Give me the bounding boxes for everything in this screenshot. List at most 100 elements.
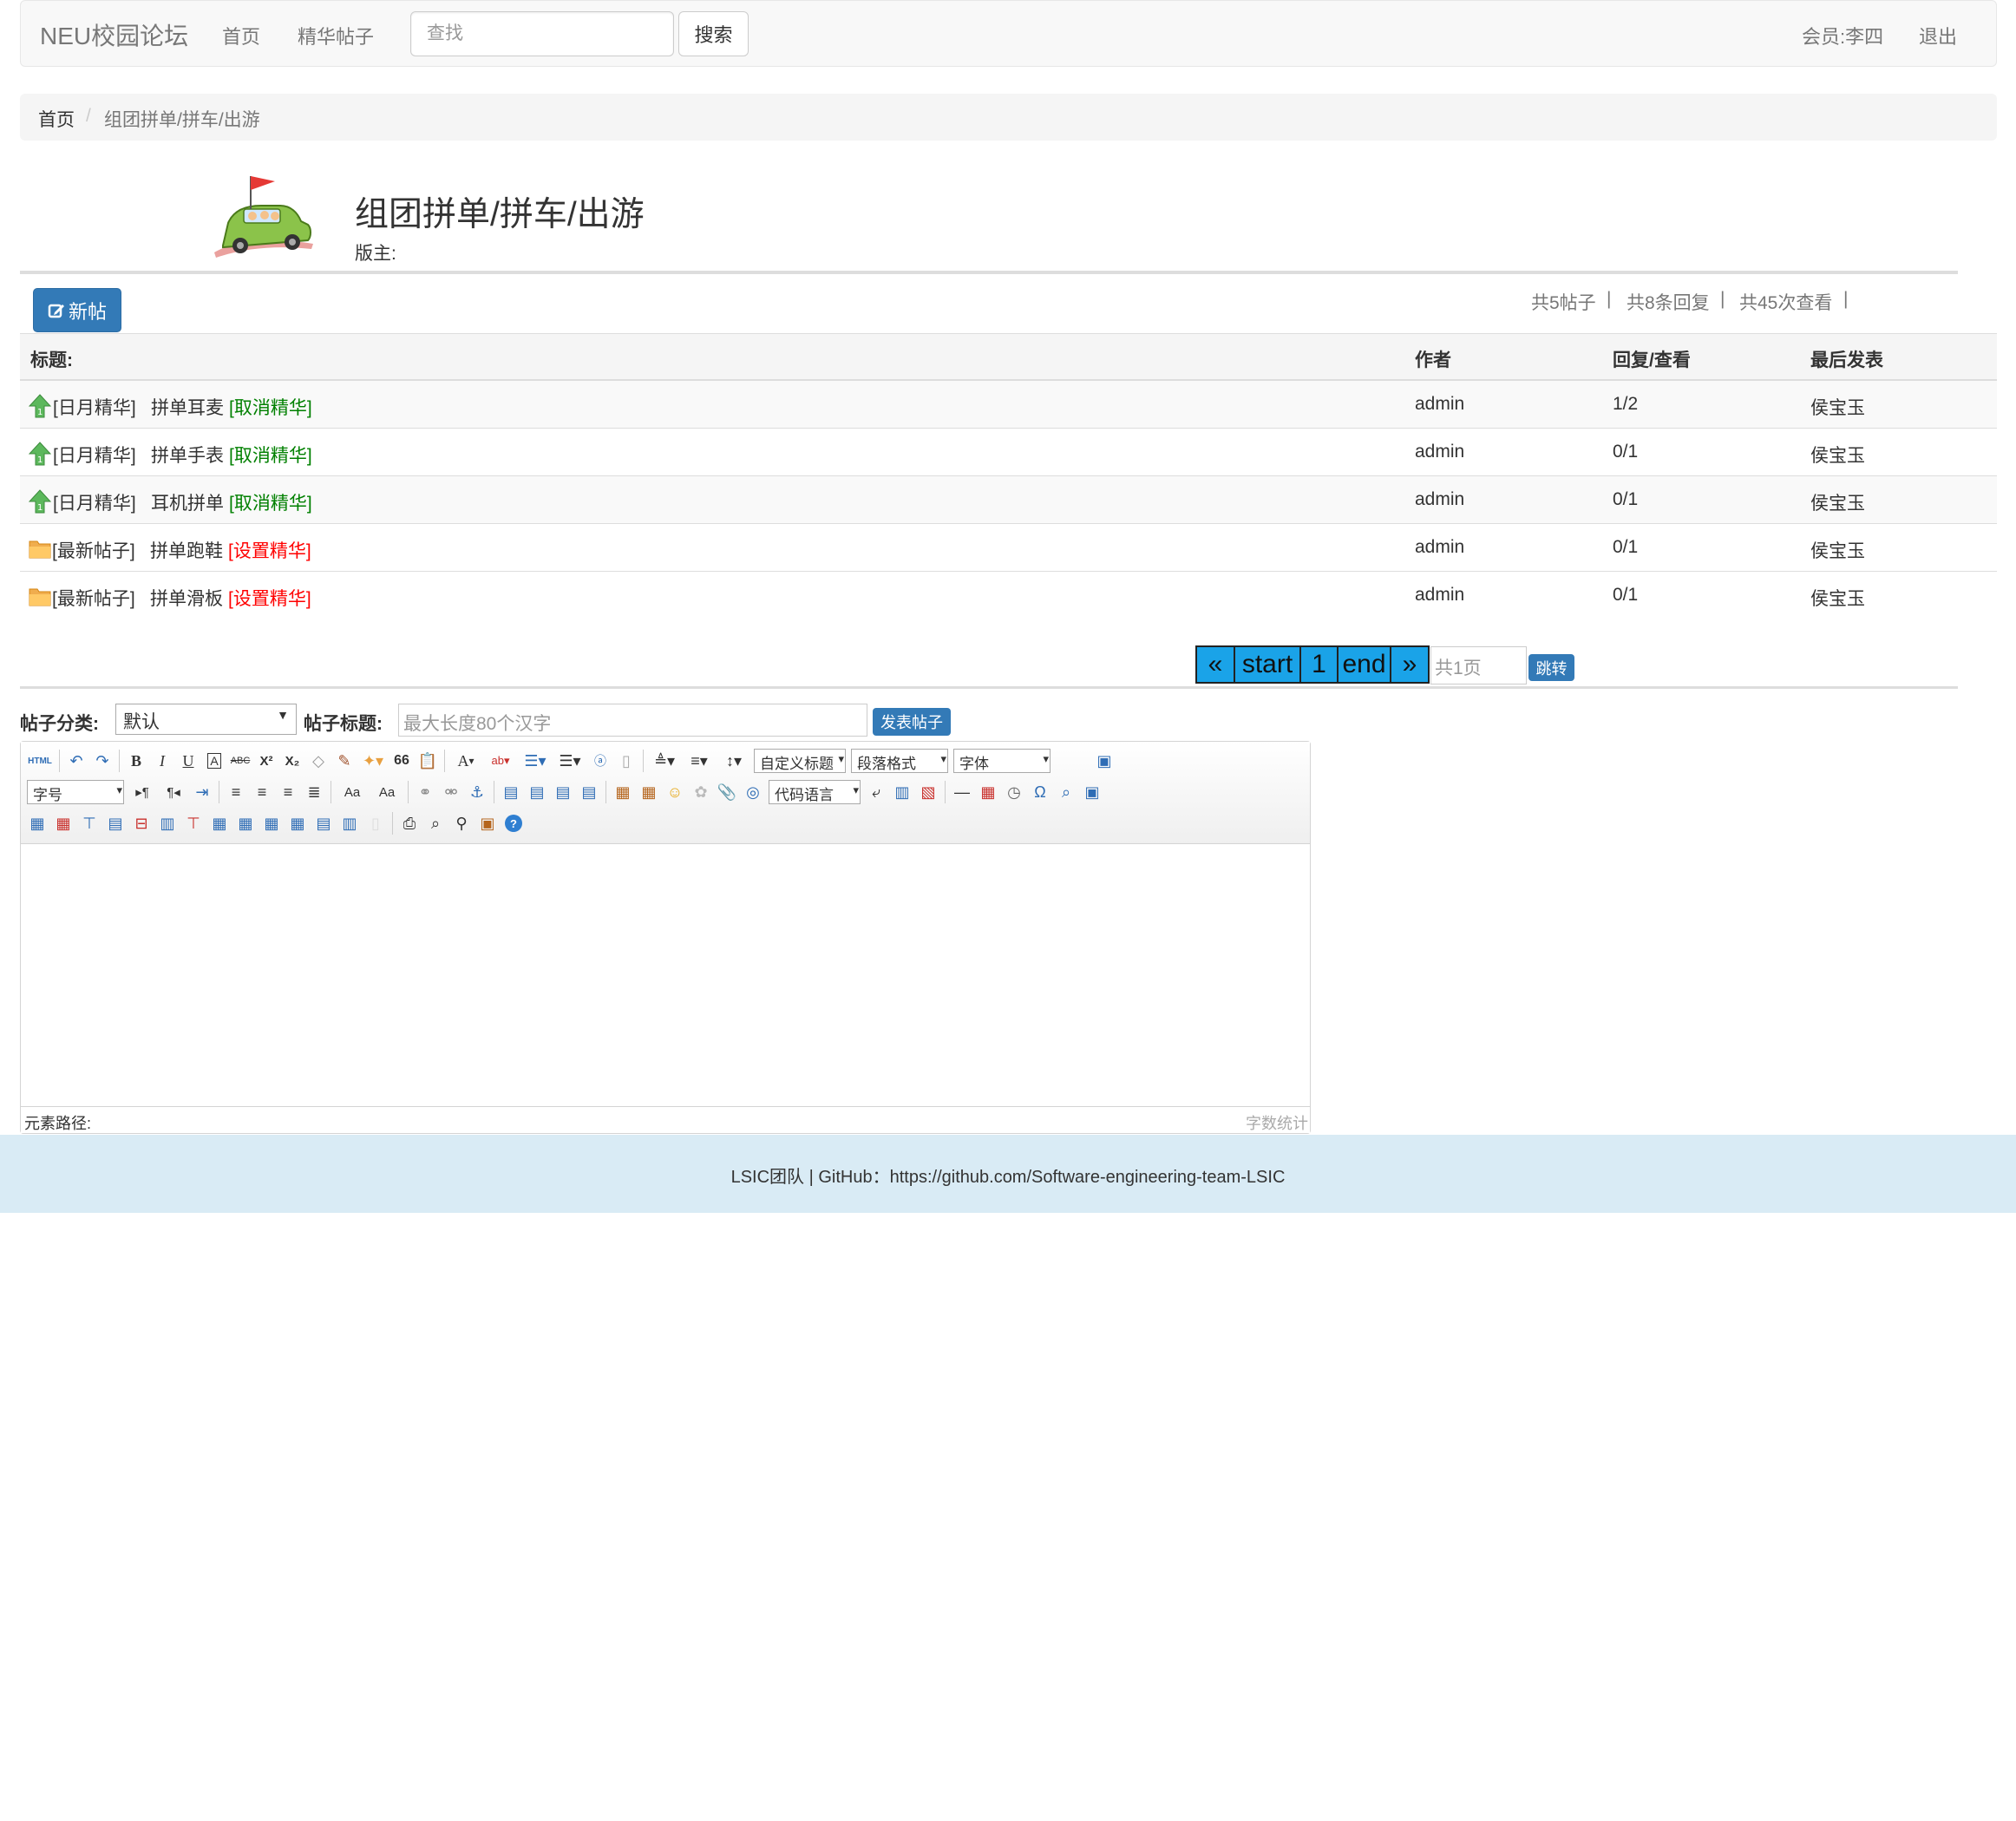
- split-rows-icon[interactable]: ▤: [311, 810, 337, 836]
- nav-featured-link[interactable]: 精华帖子: [298, 22, 374, 49]
- merge-down-icon[interactable]: ▦: [259, 810, 285, 836]
- time-icon[interactable]: ◷: [1001, 779, 1027, 805]
- member-link[interactable]: 会员:李四: [1802, 22, 1883, 49]
- post-title-link[interactable]: 拼单手表: [151, 442, 224, 468]
- brand-link[interactable]: NEU校园论坛: [40, 17, 188, 52]
- insert-row-icon[interactable]: ▤: [102, 810, 128, 836]
- paragraph-format-select[interactable]: 段落格式: [851, 749, 948, 773]
- page-break-icon[interactable]: ⤶: [863, 779, 889, 805]
- rtl-icon[interactable]: ¶◂: [158, 779, 189, 805]
- merge-cells-icon[interactable]: ▦: [206, 810, 232, 836]
- to-lowercase-icon[interactable]: Aa: [370, 779, 404, 805]
- drafts-icon[interactable]: ▣: [475, 810, 501, 836]
- html-source-icon[interactable]: HTML: [24, 748, 56, 774]
- post-author[interactable]: admin: [1415, 585, 1464, 606]
- insert-paragraph-before-table-icon[interactable]: ⊤: [76, 810, 102, 836]
- format-brush-icon[interactable]: ✎: [331, 748, 357, 774]
- undo-icon[interactable]: ↶: [63, 748, 89, 774]
- row-spacing-top-icon[interactable]: ≜▾: [647, 748, 682, 774]
- horizontal-rule-icon[interactable]: —: [949, 779, 975, 805]
- jump-button[interactable]: 跳转: [1528, 654, 1574, 681]
- category-select[interactable]: 默认 ▼: [115, 704, 297, 735]
- chart-icon[interactable]: ▯: [363, 810, 389, 836]
- scrawl-icon[interactable]: ✿: [688, 779, 714, 805]
- unlink-icon[interactable]: ⚮: [438, 779, 464, 805]
- custom-heading-select[interactable]: 自定义标题: [754, 749, 846, 773]
- image-center-icon[interactable]: ▤: [576, 779, 602, 805]
- insert-image-icon[interactable]: ▦: [636, 779, 662, 805]
- unset-featured-link[interactable]: [取消精华]: [229, 394, 312, 420]
- post-author[interactable]: admin: [1415, 489, 1464, 510]
- word-image-icon[interactable]: ▣: [1079, 779, 1105, 805]
- set-featured-link[interactable]: [设置精华]: [228, 585, 311, 611]
- search-icon[interactable]: ⚲: [448, 810, 475, 836]
- set-featured-link[interactable]: [设置精华]: [228, 537, 311, 563]
- post-author[interactable]: admin: [1415, 537, 1464, 558]
- post-author[interactable]: admin: [1415, 394, 1464, 415]
- align-left-icon[interactable]: ≡: [223, 779, 249, 805]
- merge-right-icon[interactable]: ▦: [232, 810, 259, 836]
- image-left-icon[interactable]: ▤: [524, 779, 550, 805]
- insert-table-icon[interactable]: ▦: [24, 810, 50, 836]
- print-icon[interactable]: ⎙: [396, 810, 422, 836]
- to-uppercase-icon[interactable]: Aa: [335, 779, 370, 805]
- post-title-link[interactable]: 拼单滑板: [150, 585, 223, 611]
- page-1-button[interactable]: 1: [1299, 645, 1339, 684]
- subscript-icon[interactable]: X₂: [279, 748, 305, 774]
- font-size-select[interactable]: 字号: [27, 780, 124, 804]
- row-spacing-bottom-icon[interactable]: ≡▾: [682, 748, 717, 774]
- post-author[interactable]: admin: [1415, 442, 1464, 462]
- auto-typeset-icon[interactable]: ✦▾: [357, 748, 389, 774]
- image-none-icon[interactable]: ▤: [498, 779, 524, 805]
- redo-icon[interactable]: ↷: [89, 748, 115, 774]
- delete-row-icon[interactable]: ⊟: [128, 810, 154, 836]
- end-page-button[interactable]: end: [1337, 645, 1391, 684]
- bold-icon[interactable]: B: [123, 748, 149, 774]
- page-number-input[interactable]: 共1页: [1430, 646, 1527, 685]
- logout-link[interactable]: 退出: [1919, 22, 1957, 49]
- date-icon[interactable]: ▦: [975, 779, 1001, 805]
- align-justify-icon[interactable]: ≣: [301, 779, 327, 805]
- font-border-icon[interactable]: A: [201, 748, 227, 774]
- post-title-link[interactable]: 拼单跑鞋: [150, 537, 223, 563]
- line-height-icon[interactable]: ↕▾: [717, 748, 751, 774]
- simple-upload-icon[interactable]: ▦: [610, 779, 636, 805]
- insert-col-icon[interactable]: ▥: [154, 810, 180, 836]
- align-right-icon[interactable]: ≡: [275, 779, 301, 805]
- link-icon[interactable]: ⚭: [412, 779, 438, 805]
- strikethrough-icon[interactable]: ABC: [227, 748, 253, 774]
- eraser-icon[interactable]: ◇: [305, 748, 331, 774]
- search-button[interactable]: 搜索: [678, 11, 749, 56]
- next-page-button[interactable]: »: [1390, 645, 1430, 684]
- post-title-input[interactable]: 最大长度80个汉字: [398, 704, 867, 737]
- help-icon[interactable]: ?: [501, 810, 527, 836]
- start-page-button[interactable]: start: [1234, 645, 1301, 684]
- font-family-select[interactable]: 字体: [953, 749, 1051, 773]
- special-char-icon[interactable]: Ω: [1027, 779, 1053, 805]
- post-title-link[interactable]: 耳机拼单: [151, 489, 224, 515]
- search-replace-icon[interactable]: ⌕: [1053, 779, 1079, 805]
- editor-content-area[interactable]: [21, 845, 1310, 1105]
- emoticon-icon[interactable]: ☺: [662, 779, 688, 805]
- ltr-icon[interactable]: ▸¶: [127, 779, 158, 805]
- breadcrumb-home-link[interactable]: 首页: [38, 106, 75, 132]
- paste-plain-icon[interactable]: 📋: [415, 748, 441, 774]
- map-icon[interactable]: ◎: [740, 779, 766, 805]
- unset-featured-link[interactable]: [取消精华]: [229, 442, 312, 468]
- font-color-icon[interactable]: A ▾: [448, 748, 483, 774]
- select-all-icon[interactable]: ⓐ: [587, 748, 613, 774]
- split-cells-icon[interactable]: ▦: [285, 810, 311, 836]
- ordered-list-icon[interactable]: ☰▾: [518, 748, 553, 774]
- underline-icon[interactable]: U: [175, 748, 201, 774]
- clear-doc-icon[interactable]: ▯: [613, 748, 639, 774]
- split-cols-icon[interactable]: ▥: [337, 810, 363, 836]
- code-language-select[interactable]: 代码语言: [769, 780, 861, 804]
- publish-post-button[interactable]: 发表帖子: [873, 708, 951, 736]
- post-title-link[interactable]: 拼单耳麦: [151, 394, 224, 420]
- template-icon[interactable]: ▥: [889, 779, 915, 805]
- image-right-icon[interactable]: ▤: [550, 779, 576, 805]
- highlight-color-icon[interactable]: ab▾: [483, 748, 518, 774]
- italic-icon[interactable]: I: [149, 748, 175, 774]
- new-post-button[interactable]: 新帖: [33, 288, 121, 332]
- unset-featured-link[interactable]: [取消精华]: [229, 489, 312, 515]
